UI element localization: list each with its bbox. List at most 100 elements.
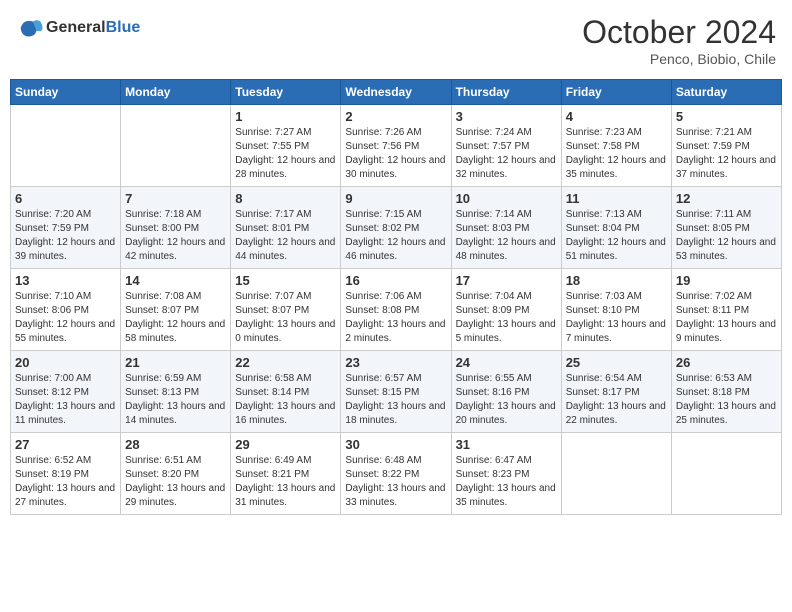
day-number: 28 — [125, 437, 226, 452]
calendar-cell: 16 Sunrise: 7:06 AM Sunset: 8:08 PM Dayli… — [341, 269, 451, 351]
day-info: Sunrise: 7:04 AM Sunset: 8:09 PM Dayligh… — [456, 290, 557, 346]
calendar-cell — [561, 433, 671, 515]
calendar-cell: 24 Sunrise: 6:55 AM Sunset: 8:16 PM Dayli… — [451, 351, 561, 433]
day-info: Sunrise: 7:23 AM Sunset: 7:58 PM Dayligh… — [566, 126, 667, 182]
calendar-cell: 15Sunrise: 7:07 AM Sunset: 8:07 PM Dayli… — [231, 269, 341, 351]
day-number: 13 — [15, 273, 116, 288]
day-number: 27 — [15, 437, 116, 452]
calendar-week-row: 20 Sunrise: 7:00 AM Sunset: 8:12 PM Dayli… — [11, 351, 782, 433]
day-info: Sunrise: 7:26 AM Sunset: 7:56 PM Dayligh… — [345, 126, 446, 182]
day-number: 10 — [456, 191, 557, 206]
weekday-header: Saturday — [671, 80, 781, 105]
calendar-cell: 5 Sunrise: 7:21 AM Sunset: 7:59 PM Daylig… — [671, 105, 781, 187]
day-number: 21 — [125, 355, 226, 370]
calendar-cell: 23 Sunrise: 6:57 AM Sunset: 8:15 PM Dayli… — [341, 351, 451, 433]
weekday-header: Thursday — [451, 80, 561, 105]
day-info: Sunrise: 7:00 AM Sunset: 8:12 PM Dayligh… — [15, 372, 116, 428]
day-number: 5 — [676, 109, 777, 124]
day-info: Sunrise: 7:14 AM Sunset: 8:03 PM Dayligh… — [456, 208, 557, 264]
day-number: 19 — [676, 273, 777, 288]
calendar-cell: 26 Sunrise: 6:53 AM Sunset: 8:18 PM Dayli… — [671, 351, 781, 433]
calendar-cell: 21 Sunrise: 6:59 AM Sunset: 8:13 PM Dayli… — [121, 351, 231, 433]
day-info: Sunrise: 7:10 AM Sunset: 8:06 PM Dayligh… — [15, 290, 116, 346]
calendar-cell: 10 Sunrise: 7:14 AM Sunset: 8:03 PM Dayli… — [451, 187, 561, 269]
calendar-header: SundayMondayTuesdayWednesdayThursdayFrid… — [11, 80, 782, 105]
day-info: Sunrise: 7:24 AM Sunset: 7:57 PM Dayligh… — [456, 126, 557, 182]
day-number: 15 — [235, 273, 336, 288]
calendar-cell: 9Sunrise: 7:15 AM Sunset: 8:02 PM Daylig… — [341, 187, 451, 269]
calendar-cell — [121, 105, 231, 187]
day-info: Sunrise: 7:13 AM Sunset: 8:04 PM Dayligh… — [566, 208, 667, 264]
day-number: 29 — [235, 437, 336, 452]
day-number: 2 — [345, 109, 446, 124]
location-subtitle: Penco, Biobio, Chile — [582, 51, 776, 67]
day-info: Sunrise: 6:52 AM Sunset: 8:19 PM Dayligh… — [15, 454, 116, 510]
day-number: 23 — [345, 355, 446, 370]
day-info: Sunrise: 7:20 AM Sunset: 7:59 PM Dayligh… — [15, 208, 116, 264]
day-number: 16 — [345, 273, 446, 288]
page-header: GeneralBlue October 2024 Penco, Biobio, … — [10, 10, 782, 71]
title-section: October 2024 Penco, Biobio, Chile — [582, 14, 776, 67]
day-info: Sunrise: 6:53 AM Sunset: 8:18 PM Dayligh… — [676, 372, 777, 428]
day-info: Sunrise: 7:03 AM Sunset: 8:10 PM Dayligh… — [566, 290, 667, 346]
calendar-cell: 6 Sunrise: 7:20 AM Sunset: 7:59 PM Daylig… — [11, 187, 121, 269]
day-info: Sunrise: 6:51 AM Sunset: 8:20 PM Dayligh… — [125, 454, 226, 510]
day-number: 18 — [566, 273, 667, 288]
day-info: Sunrise: 7:18 AM Sunset: 8:00 PM Dayligh… — [125, 208, 226, 264]
day-number: 9 — [345, 191, 446, 206]
day-info: Sunrise: 7:08 AM Sunset: 8:07 PM Dayligh… — [125, 290, 226, 346]
weekday-header: Sunday — [11, 80, 121, 105]
day-number: 26 — [676, 355, 777, 370]
day-info: Sunrise: 6:55 AM Sunset: 8:16 PM Dayligh… — [456, 372, 557, 428]
calendar-table: SundayMondayTuesdayWednesdayThursdayFrid… — [10, 79, 782, 515]
calendar-cell — [671, 433, 781, 515]
day-info: Sunrise: 7:21 AM Sunset: 7:59 PM Dayligh… — [676, 126, 777, 182]
calendar-cell: 11 Sunrise: 7:13 AM Sunset: 8:04 PM Dayli… — [561, 187, 671, 269]
calendar-week-row: 13 Sunrise: 7:10 AM Sunset: 8:06 PM Dayli… — [11, 269, 782, 351]
day-number: 30 — [345, 437, 446, 452]
calendar-cell — [11, 105, 121, 187]
calendar-cell: 31 Sunrise: 6:47 AM Sunset: 8:23 PM Dayli… — [451, 433, 561, 515]
calendar-week-row: 6 Sunrise: 7:20 AM Sunset: 7:59 PM Daylig… — [11, 187, 782, 269]
day-number: 22 — [235, 355, 336, 370]
day-number: 20 — [15, 355, 116, 370]
day-info: Sunrise: 6:57 AM Sunset: 8:15 PM Dayligh… — [345, 372, 446, 428]
logo-text: GeneralBlue — [46, 19, 140, 37]
calendar-cell: 7 Sunrise: 7:18 AM Sunset: 8:00 PM Daylig… — [121, 187, 231, 269]
calendar-cell: 8Sunrise: 7:17 AM Sunset: 8:01 PM Daylig… — [231, 187, 341, 269]
day-number: 31 — [456, 437, 557, 452]
calendar-cell: 4 Sunrise: 7:23 AM Sunset: 7:58 PM Daylig… — [561, 105, 671, 187]
day-number: 25 — [566, 355, 667, 370]
day-info: Sunrise: 7:27 AM Sunset: 7:55 PM Dayligh… — [235, 126, 336, 182]
day-number: 4 — [566, 109, 667, 124]
day-number: 12 — [676, 191, 777, 206]
calendar-cell: 12 Sunrise: 7:11 AM Sunset: 8:05 PM Dayli… — [671, 187, 781, 269]
day-info: Sunrise: 6:59 AM Sunset: 8:13 PM Dayligh… — [125, 372, 226, 428]
calendar-cell: 13 Sunrise: 7:10 AM Sunset: 8:06 PM Dayli… — [11, 269, 121, 351]
day-number: 24 — [456, 355, 557, 370]
weekday-header: Wednesday — [341, 80, 451, 105]
calendar-week-row: 27 Sunrise: 6:52 AM Sunset: 8:19 PM Dayli… — [11, 433, 782, 515]
calendar-body: 1Sunrise: 7:27 AM Sunset: 7:55 PM Daylig… — [11, 105, 782, 515]
weekday-header: Tuesday — [231, 80, 341, 105]
day-number: 11 — [566, 191, 667, 206]
day-number: 7 — [125, 191, 226, 206]
day-info: Sunrise: 7:11 AM Sunset: 8:05 PM Dayligh… — [676, 208, 777, 264]
day-info: Sunrise: 7:06 AM Sunset: 8:08 PM Dayligh… — [345, 290, 446, 346]
calendar-cell: 25 Sunrise: 6:54 AM Sunset: 8:17 PM Dayli… — [561, 351, 671, 433]
day-info: Sunrise: 6:54 AM Sunset: 8:17 PM Dayligh… — [566, 372, 667, 428]
calendar-cell: 29 Sunrise: 6:49 AM Sunset: 8:21 PM Dayli… — [231, 433, 341, 515]
calendar-cell: 27 Sunrise: 6:52 AM Sunset: 8:19 PM Dayli… — [11, 433, 121, 515]
day-number: 8 — [235, 191, 336, 206]
day-info: Sunrise: 6:47 AM Sunset: 8:23 PM Dayligh… — [456, 454, 557, 510]
day-number: 17 — [456, 273, 557, 288]
weekday-row: SundayMondayTuesdayWednesdayThursdayFrid… — [11, 80, 782, 105]
weekday-header: Friday — [561, 80, 671, 105]
calendar-cell: 18 Sunrise: 7:03 AM Sunset: 8:10 PM Dayli… — [561, 269, 671, 351]
month-title: October 2024 — [582, 14, 776, 51]
day-info: Sunrise: 6:49 AM Sunset: 8:21 PM Dayligh… — [235, 454, 336, 510]
calendar-cell: 19Sunrise: 7:02 AM Sunset: 8:11 PM Dayli… — [671, 269, 781, 351]
calendar-cell: 1Sunrise: 7:27 AM Sunset: 7:55 PM Daylig… — [231, 105, 341, 187]
day-info: Sunrise: 6:48 AM Sunset: 8:22 PM Dayligh… — [345, 454, 446, 510]
day-number: 6 — [15, 191, 116, 206]
